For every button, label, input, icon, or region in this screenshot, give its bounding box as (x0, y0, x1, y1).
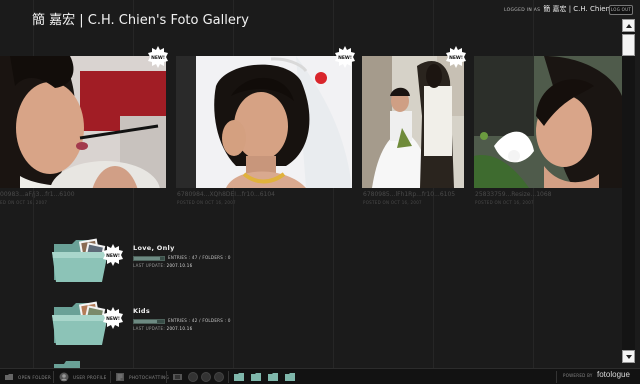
folder-icon[interactable] (251, 372, 262, 382)
folder-icon[interactable] (234, 372, 245, 382)
circle-button[interactable] (188, 372, 198, 382)
powered-by-label: POWERED BY (563, 373, 593, 378)
circle-button[interactable] (201, 372, 211, 382)
open-folder-icon (5, 374, 13, 380)
new-badge-icon: NEW! (445, 46, 467, 68)
svg-text:NEW!: NEW! (449, 55, 463, 61)
album-title[interactable]: Love, Only (133, 244, 175, 252)
bottom-toolbar: OPEN FOLDER USER PROFILE PHOTOCHATTING P… (0, 368, 640, 384)
logged-in-user: 簡 嘉宏 | C.H. Chien (543, 5, 611, 13)
album-last-update: LAST UPDATE: 2007.10.16 (133, 326, 193, 331)
album-item[interactable]: NEW! Kids ENTRIES : 42 / FOLDERS : 0 LAS… (52, 299, 252, 359)
album-stats: ENTRIES : 47 / FOLDERS : 0 (168, 255, 231, 260)
vertical-scrollbar[interactable] (622, 19, 635, 363)
folder-icon[interactable] (54, 361, 84, 368)
photo-caption: 6780984...XQh8DEI...fr10...6104 POSTED ON… (177, 191, 276, 205)
photo-thumbnail[interactable] (362, 56, 464, 188)
entries-meter (133, 256, 165, 261)
photochat-button[interactable]: PHOTOCHATTING (115, 372, 169, 382)
photochat-icon (116, 373, 124, 381)
photo-thumbnail[interactable] (474, 56, 622, 188)
photo-thumbnail[interactable] (0, 56, 166, 188)
album-title[interactable]: Kids (133, 307, 150, 315)
new-badge-icon: NEW! (147, 46, 169, 68)
scrollbar-thumb[interactable] (622, 34, 635, 56)
folder-icon[interactable] (285, 372, 296, 382)
circle-button[interactable] (214, 372, 224, 382)
fotologue-logo[interactable]: fotologue (597, 370, 630, 379)
scroll-down-arrow[interactable] (622, 350, 635, 363)
svg-text:NEW!: NEW! (106, 316, 120, 322)
album-item[interactable]: NEW! Love, Only ENTRIES : 47 / FOLDERS :… (52, 236, 252, 296)
logged-in-prefix: LOGGED IN AS (504, 8, 541, 13)
photo-caption: 00983...aF/j3...fr1...6100 ED ON OCT 16, … (0, 191, 75, 205)
svg-text:NEW!: NEW! (338, 55, 352, 61)
photo-caption: 6780985...lFh1Rp...fr10...6105 POSTED ON … (363, 191, 456, 205)
new-badge-icon: NEW! (102, 307, 124, 329)
user-profile-icon (59, 372, 69, 382)
photo-thumbnail[interactable] (176, 56, 352, 188)
new-badge-icon: NEW! (102, 244, 124, 266)
film-icon[interactable] (172, 372, 183, 382)
scroll-up-arrow[interactable] (622, 19, 635, 32)
album-stats: ENTRIES : 42 / FOLDERS : 0 (168, 318, 231, 323)
open-folder-button[interactable]: OPEN FOLDER (4, 372, 51, 382)
new-badge-icon: NEW! (334, 46, 356, 68)
user-profile-button[interactable]: USER PROFILE (59, 372, 107, 382)
folder-icon[interactable] (268, 372, 279, 382)
svg-text:NEW!: NEW! (151, 55, 165, 61)
entries-meter (133, 319, 165, 324)
site-title: 簡 嘉宏 | C.H. Chien's Foto Gallery (32, 13, 249, 28)
logout-button[interactable]: LOG OUT (609, 5, 633, 15)
photo-caption: 25833759...Resize...1068 POSTED ON OCT 16… (475, 191, 552, 205)
album-last-update: LAST UPDATE: 2007.10.16 (133, 263, 193, 268)
svg-text:NEW!: NEW! (106, 253, 120, 259)
login-status: LOGGED IN AS 簡 嘉宏 | C.H. Chien (504, 4, 610, 14)
